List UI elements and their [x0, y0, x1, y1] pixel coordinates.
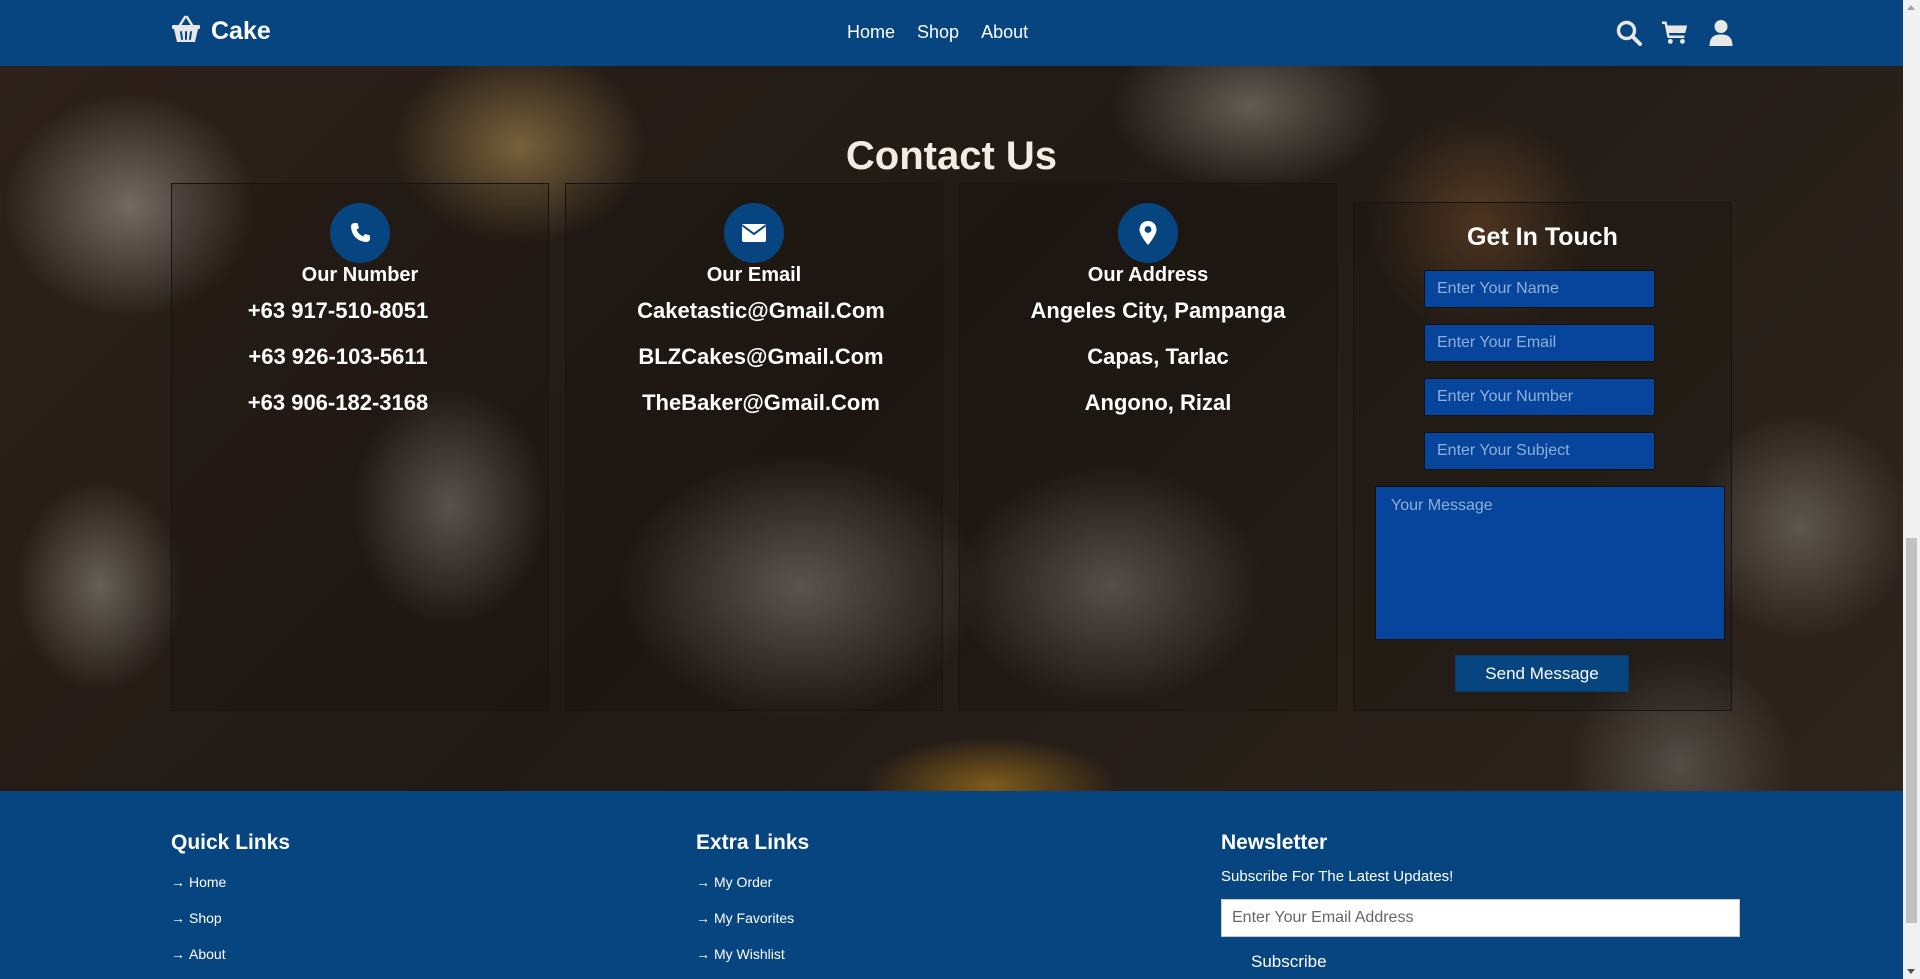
- card-title: Our Number: [301, 264, 419, 286]
- footer-link-label: About: [189, 946, 226, 962]
- footer-link-label: My Order: [714, 874, 773, 890]
- extra-links-column: Extra Links → My Order → My Favorites → …: [696, 831, 810, 962]
- user-icon[interactable]: [1707, 17, 1735, 49]
- quick-links-column: Quick Links → Home → Shop → About: [171, 831, 291, 962]
- footer-link-my-wishlist[interactable]: → My Wishlist: [696, 946, 785, 962]
- header-icons: [1615, 17, 1735, 49]
- newsletter-email-input[interactable]: [1221, 899, 1740, 937]
- footer-link-my-favorites[interactable]: → My Favorites: [696, 910, 794, 926]
- newsletter-title: Newsletter: [1221, 831, 1328, 854]
- newsletter-column: Newsletter Subscribe For The Latest Upda…: [1221, 791, 1740, 971]
- phone-number-2[interactable]: +63 926-103-5611: [150, 344, 526, 370]
- email-input[interactable]: [1424, 324, 1655, 362]
- map-marker-icon: [1118, 203, 1178, 263]
- phone-icon: [330, 203, 390, 263]
- nav-shop[interactable]: Shop: [917, 22, 959, 43]
- nav-home[interactable]: Home: [847, 22, 895, 43]
- number-input[interactable]: [1424, 378, 1655, 416]
- cart-icon[interactable]: [1661, 17, 1689, 49]
- subscribe-button[interactable]: Subscribe: [1251, 952, 1327, 972]
- contact-card-email: Our Email Caketastic@Gmail.Com BLZCakes@…: [565, 183, 943, 711]
- page-scrollbar[interactable]: [1903, 0, 1920, 979]
- address-line-1: Angeles City, Pampanga: [1030, 298, 1286, 323]
- scroll-down-arrow-icon[interactable]: [1907, 969, 1915, 974]
- footer-link-label: Shop: [189, 910, 222, 926]
- brand-logo[interactable]: Cake: [171, 15, 271, 48]
- get-in-touch-form: Get In Touch Send Message: [1353, 202, 1732, 711]
- arrow-right-icon: →: [171, 946, 185, 962]
- brand-name: Cake: [211, 17, 271, 45]
- arrow-right-icon: →: [696, 910, 710, 926]
- footer-link-label: My Favorites: [714, 910, 795, 926]
- footer: Quick Links → Home → Shop → About Extra …: [0, 791, 1903, 979]
- footer-link-label: Home: [189, 874, 227, 890]
- basket-icon: [171, 15, 201, 48]
- top-navbar: Cake Home Shop About: [0, 0, 1903, 66]
- envelope-icon: [724, 203, 784, 263]
- search-icon[interactable]: [1615, 17, 1643, 49]
- card-title: Our Address: [1087, 264, 1209, 286]
- name-input[interactable]: [1424, 270, 1655, 308]
- footer-link-my-order[interactable]: → My Order: [696, 874, 772, 890]
- arrow-right-icon: →: [696, 946, 710, 962]
- phone-number-3[interactable]: +63 906-182-3168: [150, 390, 526, 416]
- quick-links-title: Quick Links: [171, 831, 291, 854]
- scroll-up-arrow-icon[interactable]: [1907, 5, 1915, 10]
- nav-about[interactable]: About: [981, 22, 1028, 43]
- arrow-right-icon: →: [696, 874, 710, 890]
- newsletter-subtitle: Subscribe For The Latest Updates!: [1221, 868, 1454, 885]
- contact-section: Contact Us Our Number +63 917-510-8051 +…: [0, 66, 1903, 791]
- footer-link-shop[interactable]: → Shop: [171, 910, 222, 926]
- contact-card-number: Our Number +63 917-510-8051 +63 926-103-…: [171, 183, 549, 711]
- address-line-3: Angono, Rizal: [1084, 390, 1232, 415]
- email-address-2[interactable]: BLZCakes@Gmail.Com: [573, 344, 949, 370]
- card-title: Our Email: [706, 264, 802, 286]
- footer-link-home[interactable]: → Home: [171, 874, 226, 890]
- footer-link-label: My Wishlist: [714, 946, 785, 962]
- message-textarea[interactable]: [1375, 486, 1725, 640]
- main-nav: Home Shop About: [847, 22, 1028, 43]
- scrollbar-thumb[interactable]: [1906, 538, 1917, 923]
- footer-link-about[interactable]: → About: [171, 946, 226, 962]
- email-address-3[interactable]: TheBaker@Gmail.Com: [573, 390, 949, 416]
- section-title: Contact Us: [845, 134, 1058, 178]
- arrow-right-icon: →: [171, 910, 185, 926]
- page-viewport: Cake Home Shop About Contact Us Our Numb…: [0, 0, 1903, 979]
- email-address-1[interactable]: Caketastic@Gmail.Com: [573, 298, 949, 324]
- subject-input[interactable]: [1424, 432, 1655, 470]
- arrow-right-icon: →: [171, 874, 185, 890]
- form-title: Get In Touch: [1467, 223, 1618, 251]
- address-line-2: Capas, Tarlac: [1087, 344, 1229, 369]
- send-message-button[interactable]: Send Message: [1455, 655, 1629, 692]
- extra-links-title: Extra Links: [696, 831, 810, 854]
- phone-number-1[interactable]: +63 917-510-8051: [150, 298, 526, 324]
- contact-card-address: Our Address Angeles City, Pampanga Capas…: [959, 183, 1337, 711]
